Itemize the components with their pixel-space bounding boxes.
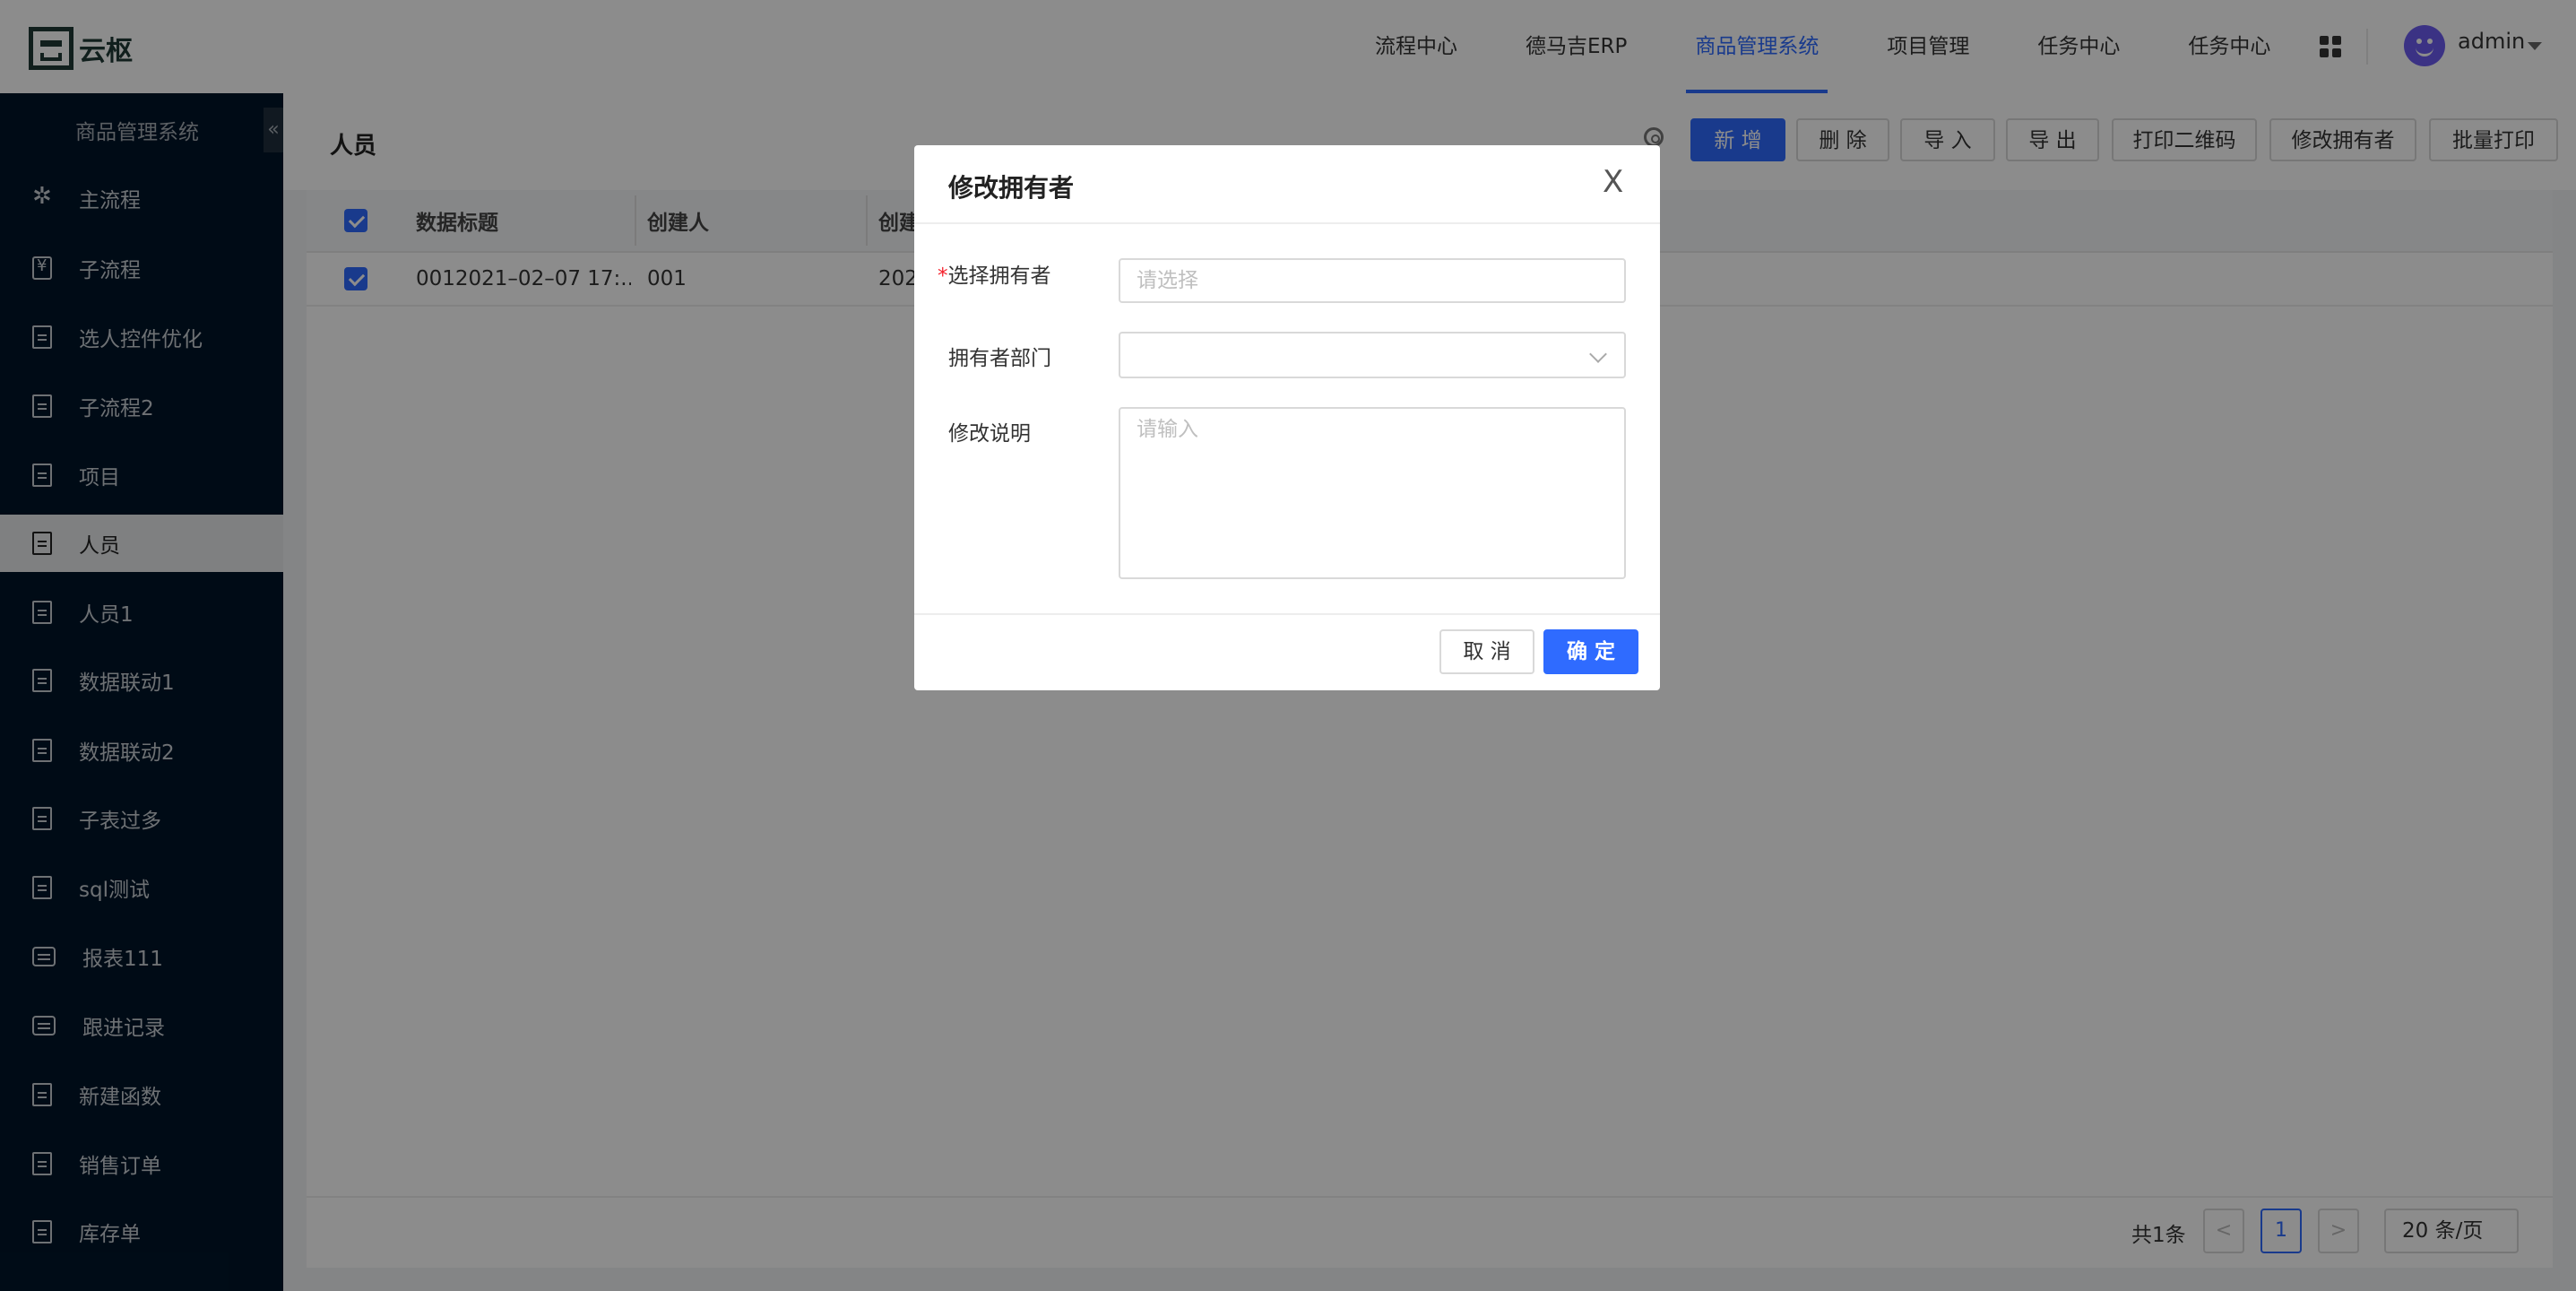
required-mark: *	[938, 264, 948, 288]
note-label: 修改说明	[948, 422, 1031, 446]
dialog-title: 修改拥有者	[948, 173, 1075, 203]
dialog-divider	[914, 613, 1660, 615]
note-placeholder: 请输入	[1137, 418, 1198, 441]
owner-label-text: 选择拥有者	[947, 264, 1051, 288]
dept-select[interactable]	[1119, 332, 1626, 378]
note-textarea[interactable]: 请输入	[1119, 407, 1626, 579]
change-owner-dialog: 修改拥有者 X *选择拥有者 请选择 拥有者部门 修改说明 请输入 取 消 确 …	[914, 145, 1660, 690]
owner-label: *选择拥有者	[938, 258, 1051, 289]
dialog-divider	[914, 222, 1660, 224]
cancel-button[interactable]: 取 消	[1439, 629, 1534, 674]
confirm-button[interactable]: 确 定	[1543, 629, 1638, 674]
dept-label: 拥有者部门	[948, 347, 1051, 370]
owner-select-input[interactable]: 请选择	[1119, 258, 1626, 303]
chevron-down-icon	[1589, 345, 1607, 363]
owner-placeholder: 请选择	[1137, 269, 1198, 292]
close-icon[interactable]: X	[1603, 167, 1623, 197]
